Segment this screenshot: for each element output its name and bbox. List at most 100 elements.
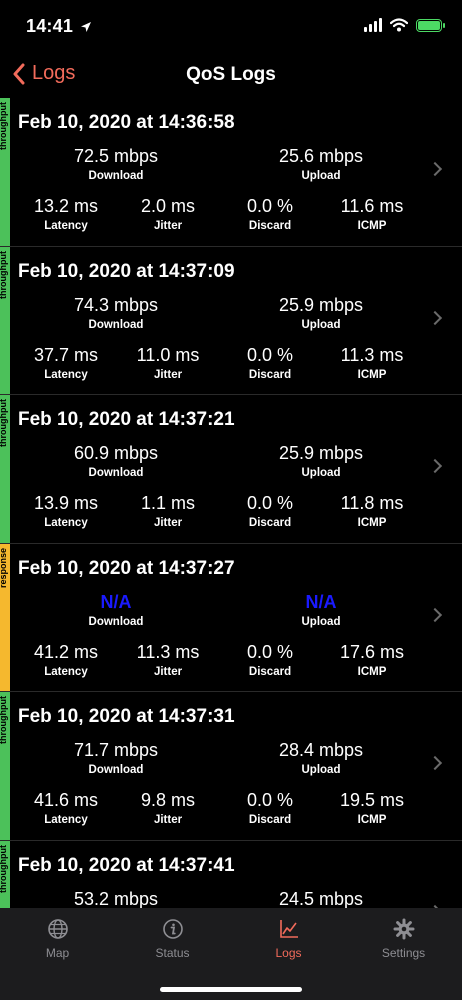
tab-status[interactable]: Status [115, 918, 230, 960]
icmp-metric: 11.6 ms ICMP [330, 196, 414, 232]
jitter-metric: 2.0 ms Jitter [126, 196, 210, 232]
discard-label: Discard [248, 220, 292, 232]
tab-settings[interactable]: Settings [346, 918, 461, 960]
download-label: Download [88, 615, 144, 628]
page-title: QoS Logs [186, 64, 276, 85]
discard-metric: 0.0 % Discard [228, 345, 312, 381]
discard-value: 0.0 % [246, 790, 294, 810]
latency-label: Latency [44, 517, 88, 529]
download-metric: 74.3 mbps Download [66, 295, 166, 331]
tab-label: Logs [275, 946, 302, 960]
gear-icon [393, 918, 414, 940]
jitter-value: 9.8 ms [140, 790, 196, 810]
download-value: 53.2 mbps [73, 888, 159, 909]
download-value: 74.3 mbps [73, 294, 159, 315]
download-label: Download [88, 170, 144, 182]
jitter-label: Jitter [153, 665, 183, 678]
entry-type-label: throughput [0, 102, 8, 150]
download-value: N/A [100, 591, 132, 612]
latency-metric: 41.6 ms Latency [24, 790, 108, 826]
discard-metric: 0.0 % Discard [228, 790, 312, 826]
icmp-value: 11.8 ms [340, 493, 404, 513]
discard-value: 0.0 % [246, 493, 294, 513]
icmp-metric: 11.8 ms ICMP [330, 493, 414, 529]
jitter-value: 2.0 ms [140, 196, 196, 216]
icmp-value: 17.6 ms [339, 641, 405, 662]
cellular-signal-icon [364, 18, 382, 32]
icmp-metric: 19.5 ms ICMP [330, 790, 414, 826]
entry-timestamp: Feb 10, 2020 at 14:37:31 [18, 706, 235, 727]
wifi-icon [390, 18, 408, 32]
tab-map[interactable]: Map [0, 918, 115, 960]
entry-type-label: throughput [0, 399, 8, 447]
jitter-metric: 1.1 ms Jitter [126, 493, 210, 529]
entry-type-bar: throughput [0, 98, 10, 246]
icmp-label: ICMP [357, 814, 387, 826]
discard-label: Discard [248, 665, 292, 678]
latency-label: Latency [44, 220, 88, 232]
log-entry[interactable]: throughput Feb 10, 2020 at 14:36:58 72.5… [0, 98, 462, 247]
discard-label: Discard [248, 368, 292, 381]
latency-value: 41.2 ms [33, 641, 99, 662]
latency-label: Latency [44, 368, 88, 381]
entry-type-label: throughput [0, 844, 8, 893]
log-entry[interactable]: throughput Feb 10, 2020 at 14:37:41 53.2… [0, 840, 462, 909]
discard-label: Discard [248, 814, 292, 826]
download-label: Download [88, 318, 144, 331]
latency-metric: 13.9 ms Latency [24, 493, 108, 529]
jitter-metric: 9.8 ms Jitter [126, 790, 210, 826]
upload-value: 28.4 mbps [278, 740, 364, 760]
jitter-label: Jitter [153, 517, 183, 529]
latency-value: 13.9 ms [33, 493, 99, 513]
entry-type-bar: response [0, 543, 10, 691]
upload-metric: 25.9 mbps Upload [261, 295, 381, 331]
icmp-value: 19.5 ms [339, 790, 405, 810]
latency-label: Latency [44, 665, 88, 678]
log-entry[interactable]: response Feb 10, 2020 at 14:37:27 N/A Do… [0, 543, 462, 692]
latency-metric: 41.2 ms Latency [24, 642, 108, 678]
jitter-label: Jitter [153, 368, 183, 381]
jitter-metric: 11.3 ms Jitter [126, 642, 210, 678]
log-entry[interactable]: throughput Feb 10, 2020 at 14:37:09 74.3… [0, 246, 462, 395]
log-entry[interactable]: throughput Feb 10, 2020 at 14:37:31 71.7… [0, 692, 462, 841]
download-value: 71.7 mbps [73, 740, 159, 760]
download-metric: N/A Download [66, 592, 166, 628]
icmp-label: ICMP [357, 665, 387, 678]
discard-value: 0.0 % [246, 196, 294, 216]
home-indicator[interactable] [160, 987, 302, 992]
discard-metric: 0.0 % Discard [228, 493, 312, 529]
log-entry[interactable]: throughput Feb 10, 2020 at 14:37:21 60.9… [0, 395, 462, 544]
latency-metric: 13.2 ms Latency [24, 196, 108, 232]
status-indicators [364, 18, 445, 32]
icmp-value: 11.6 ms [340, 196, 404, 216]
jitter-value: 11.3 ms [136, 641, 200, 662]
chart-icon [279, 920, 298, 938]
entry-type-label: throughput [0, 250, 8, 299]
chevron-right-icon [427, 755, 443, 771]
upload-metric: 25.6 mbps Upload [261, 146, 381, 182]
entry-timestamp: Feb 10, 2020 at 14:37:21 [18, 409, 235, 430]
tab-label: Settings [381, 946, 426, 960]
upload-value: 25.9 mbps [278, 443, 364, 463]
icmp-label: ICMP [357, 368, 387, 381]
entry-timestamp: Feb 10, 2020 at 14:37:27 [18, 557, 235, 579]
status-bar: 14:41 [0, 0, 462, 54]
upload-label: Upload [301, 467, 341, 479]
entry-type-bar: throughput [0, 840, 10, 908]
download-value: 60.9 mbps [73, 443, 159, 463]
tab-logs[interactable]: Logs [231, 918, 346, 960]
chevron-right-icon [427, 607, 443, 622]
latency-value: 37.7 ms [33, 344, 99, 365]
icmp-label: ICMP [357, 220, 387, 232]
clock-text: 14:41 [26, 16, 74, 36]
discard-label: Discard [248, 517, 292, 529]
download-metric: 53.2 mbps Download [66, 889, 166, 909]
download-metric: 71.7 mbps Download [66, 740, 166, 776]
latency-value: 13.2 ms [33, 196, 99, 216]
chevron-right-icon [427, 458, 443, 474]
battery-icon [416, 18, 445, 32]
upload-value: 25.6 mbps [278, 146, 364, 166]
download-metric: 72.5 mbps Download [66, 146, 166, 182]
entry-timestamp: Feb 10, 2020 at 14:37:41 [18, 854, 235, 876]
log-list[interactable]: throughput Feb 10, 2020 at 14:36:58 72.5… [0, 98, 462, 908]
